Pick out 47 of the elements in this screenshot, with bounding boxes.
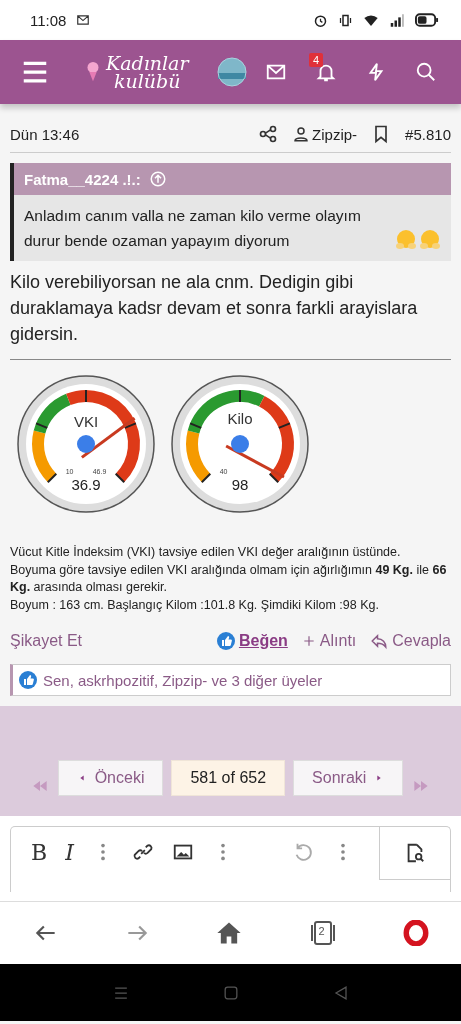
thumbs-up-icon [216, 632, 235, 650]
site-logo[interactable]: Kadınlar kulübü [106, 54, 189, 90]
gauge-needle [225, 444, 285, 479]
plus-icon [301, 634, 316, 648]
user-avatar[interactable] [217, 57, 247, 87]
notification-badge: 4 [309, 53, 324, 67]
gauge-reading: 36.9 [71, 476, 101, 493]
alarm-icon [313, 12, 328, 28]
gauge-label: Kilo [227, 410, 253, 427]
gauge-reading: 98 [231, 476, 249, 493]
thumbs-up-icon [19, 671, 37, 689]
link-icon[interactable] [131, 841, 154, 863]
signature-text: Boyum : 163 cm. Başlangıç Kilom :101.8 Kg. Şimdiki Kilom :98 Kg. [10, 596, 380, 614]
share-icon[interactable] [258, 124, 279, 144]
gauge-label: VKI [73, 413, 99, 430]
browser-logo-icon[interactable] [402, 920, 429, 946]
hug-emoji-icon [419, 229, 441, 251]
signal-icon [389, 12, 405, 28]
arrow-up-circle-icon[interactable] [148, 170, 167, 188]
previous-button[interactable]: Önceki [57, 760, 164, 796]
likes-bar[interactable]: Sen, askrhpozitif, Zipzip- ve 3 diğer üyeler [10, 664, 451, 696]
signature-text: Boyuma göre tavsiye edilen VKI aralığında olmam için ağırlığımın 49 Kg. ile 66 Kg. arasında olması gerekir. [10, 561, 448, 596]
post-author[interactable]: Zipzip- [312, 125, 358, 143]
tab-count: 2 [318, 925, 325, 937]
page-indicator[interactable]: 581 of 652 [171, 760, 286, 796]
signature-text: Vücut Kitle İndeksim (VKI) tavsiye edilen VKI değer aralığının üstünde. [10, 544, 402, 561]
reply-link[interactable]: Cevapla [392, 632, 451, 650]
like-link[interactable]: Beğen [238, 632, 288, 650]
battery-icon [415, 10, 439, 30]
next-button[interactable]: Sonraki [293, 760, 404, 796]
mail-icon [76, 13, 91, 27]
hug-emoji-icon [395, 229, 417, 251]
vibrate-icon [338, 12, 353, 28]
reply-icon [370, 632, 389, 650]
quote-link[interactable]: Alıntı [319, 632, 357, 650]
needle-hub [77, 435, 95, 453]
post-number[interactable]: #5.810 [405, 125, 451, 143]
report-link[interactable]: Şikayet Et [10, 632, 83, 650]
bold-button[interactable]: B [31, 827, 48, 877]
search-icon[interactable] [415, 61, 437, 83]
post-text: Kilo verebiliyorsan ne ala cnm. Dedigin gibi duraklamaya kadsr devam et sonra farkli arayislara gidersin. [10, 261, 451, 360]
italic-button[interactable]: I [65, 827, 74, 877]
user-icon [292, 125, 311, 143]
needle-hub [231, 435, 249, 453]
status-time: 11:08 [30, 11, 67, 29]
quote-text: Anladım canım valla ne zaman kilo verme olayım durur bende ozaman yapayım diyorum [24, 206, 362, 251]
post-date[interactable]: Dün 13:46 [10, 125, 80, 143]
